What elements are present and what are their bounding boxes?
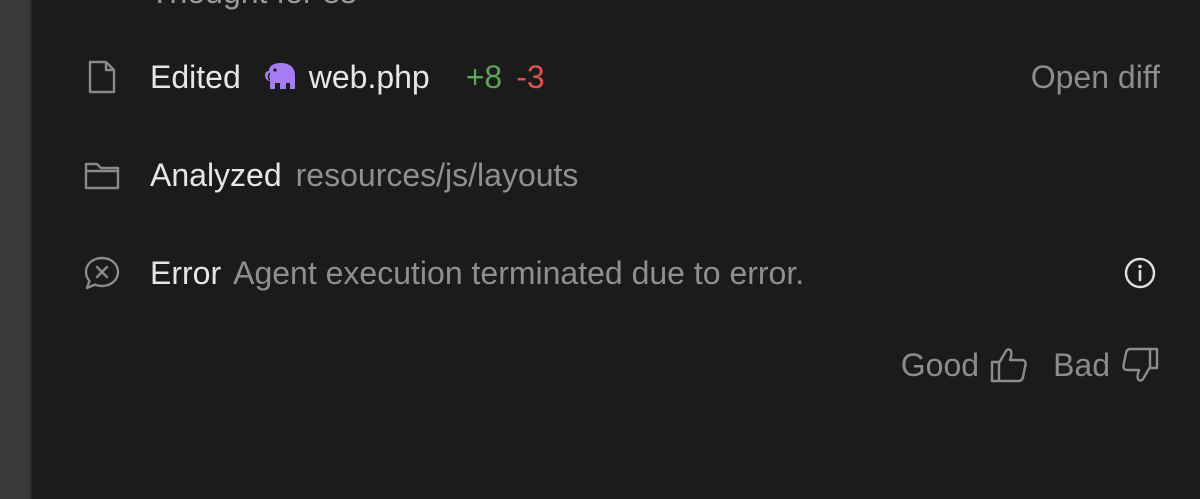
error-bubble-icon [80, 251, 124, 295]
error-message: Agent execution terminated due to error. [233, 254, 805, 291]
thumbs-down-icon [1122, 347, 1159, 382]
feedback-bar: Good Bad [901, 346, 1160, 384]
edited-label: Edited [150, 58, 241, 95]
info-icon[interactable] [1120, 253, 1160, 293]
error-label: Error [150, 254, 222, 291]
thumbs-up-icon [990, 348, 1027, 383]
left-sidebar-rail [0, 0, 32, 499]
bad-button[interactable]: Bad [1053, 346, 1160, 384]
thought-row[interactable]: Thought for 8s [34, 0, 1200, 10]
analyzed-row: Analyzed resources/js/layouts [34, 150, 1200, 200]
open-diff-button[interactable]: Open diff [1031, 59, 1160, 96]
analyzed-path[interactable]: resources/js/layouts [296, 157, 579, 194]
filename: web.php [308, 58, 430, 95]
file-link[interactable]: web.php [263, 59, 430, 96]
error-row: Error Agent execution terminated due to … [34, 248, 1200, 298]
agent-activity-panel: Thought for 8s Edited web.php [34, 0, 1200, 499]
bad-label: Bad [1053, 346, 1110, 383]
chevron-right-icon [90, 0, 104, 1]
file-icon [80, 55, 124, 99]
php-elephant-icon [263, 61, 299, 93]
good-button[interactable]: Good [901, 346, 1029, 384]
additions-count: +8 [465, 58, 503, 95]
analyzed-label: Analyzed [150, 156, 282, 193]
thought-label: Thought for 8s [150, 0, 356, 11]
deletions-count: -3 [516, 58, 545, 95]
folder-icon [80, 153, 124, 197]
edited-row: Edited web.php +8 -3 Open diff [34, 52, 1200, 102]
good-label: Good [900, 346, 980, 383]
